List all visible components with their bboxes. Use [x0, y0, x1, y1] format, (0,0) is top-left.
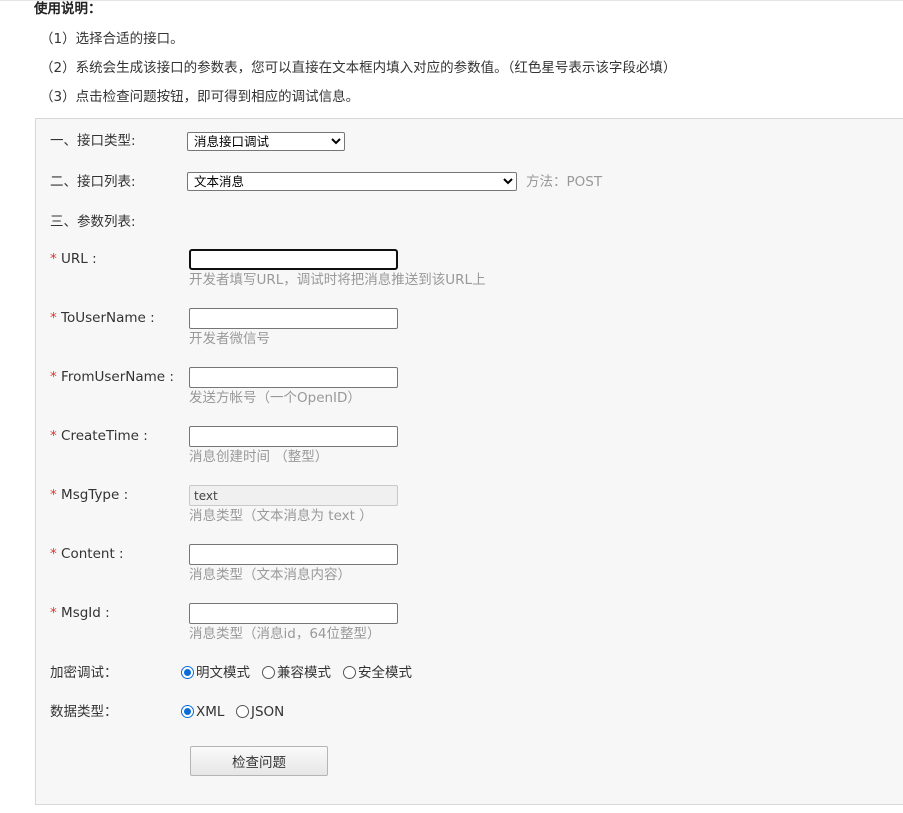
field-label-text: FromUserName :	[61, 369, 174, 385]
usage-step-2: （2）系统会生成该接口的参数表，您可以直接在文本框内填入对应的参数值。（红色星号…	[40, 60, 677, 76]
field-label-content: * Content :	[50, 545, 124, 563]
interface-list-select[interactable]: 文本消息	[187, 172, 517, 191]
encrypt-radio-safe[interactable]	[343, 666, 356, 679]
field-label-tousername: * ToUserName :	[50, 309, 155, 327]
required-star: *	[50, 605, 57, 621]
encrypt-option-plain[interactable]: 明文模式	[196, 664, 250, 682]
field-label-text: Content :	[61, 546, 124, 562]
required-star: *	[50, 369, 57, 385]
url-hint: 开发者填写URL，调试时将把消息推送到该URL上	[189, 272, 486, 288]
field-label-text: ToUserName :	[61, 310, 155, 326]
param-list-label: 三、参数列表:	[50, 214, 136, 230]
data-type-option-xml[interactable]: XML	[196, 703, 224, 721]
top-divider	[0, 0, 903, 1]
interface-list-label: 二、接口列表:	[50, 174, 136, 190]
interface-type-label: 一、接口类型:	[50, 133, 136, 149]
required-star: *	[50, 428, 57, 444]
check-problem-button[interactable]: 检查问题	[190, 746, 328, 776]
required-star: *	[50, 487, 57, 503]
msgtype-input	[189, 485, 398, 506]
field-label-fromusername: * FromUserName :	[50, 368, 174, 386]
encrypt-option-compatible[interactable]: 兼容模式	[277, 664, 331, 682]
data-type-option-json[interactable]: JSON	[251, 703, 284, 721]
required-star: *	[50, 251, 57, 267]
content-hint: 消息类型（文本消息内容）	[189, 567, 351, 583]
encrypt-radio-compatible[interactable]	[262, 666, 275, 679]
required-star: *	[50, 546, 57, 562]
field-label-msgid: * MsgId :	[50, 604, 110, 622]
msgid-input[interactable]	[189, 603, 398, 624]
usage-step-3: （3）点击检查问题按钮，即可得到相应的调试信息。	[40, 89, 360, 105]
usage-title: 使用说明：	[34, 1, 102, 17]
createtime-hint: 消息创建时间 （整型）	[189, 449, 329, 465]
interface-type-select[interactable]: 消息接口调试	[187, 132, 345, 151]
field-label-text: CreateTime :	[61, 428, 148, 444]
tousername-input[interactable]	[189, 308, 398, 329]
debug-form-panel	[35, 118, 903, 805]
fromusername-hint: 发送方帐号（一个OpenID）	[189, 390, 361, 406]
usage-step-1: （1）选择合适的接口。	[40, 31, 184, 47]
method-text: 方法：POST	[526, 174, 603, 190]
field-label-text: MsgId :	[61, 605, 110, 621]
encrypt-option-safe[interactable]: 安全模式	[358, 664, 412, 682]
field-label-msgtype: * MsgType :	[50, 486, 128, 504]
content-input[interactable]	[189, 544, 398, 565]
encrypt-radio-plain[interactable]	[181, 666, 194, 679]
msgid-hint: 消息类型（消息id，64位整型）	[189, 626, 381, 642]
url-input[interactable]	[189, 249, 398, 270]
data-type-label: 数据类型：	[50, 704, 118, 720]
data-type-radio-json[interactable]	[236, 705, 249, 718]
data-type-radio-xml[interactable]	[181, 705, 194, 718]
msgtype-hint: 消息类型（文本消息为 text ）	[189, 508, 373, 524]
encrypt-label: 加密调试：	[50, 665, 118, 681]
field-label-url: * URL :	[50, 250, 97, 268]
fromusername-input[interactable]	[189, 367, 398, 388]
field-label-text: URL :	[61, 251, 97, 267]
field-label-createtime: * CreateTime :	[50, 427, 148, 445]
tousername-hint: 开发者微信号	[189, 331, 270, 347]
createtime-input[interactable]	[189, 426, 398, 447]
field-label-text: MsgType :	[61, 487, 129, 503]
required-star: *	[50, 310, 57, 326]
